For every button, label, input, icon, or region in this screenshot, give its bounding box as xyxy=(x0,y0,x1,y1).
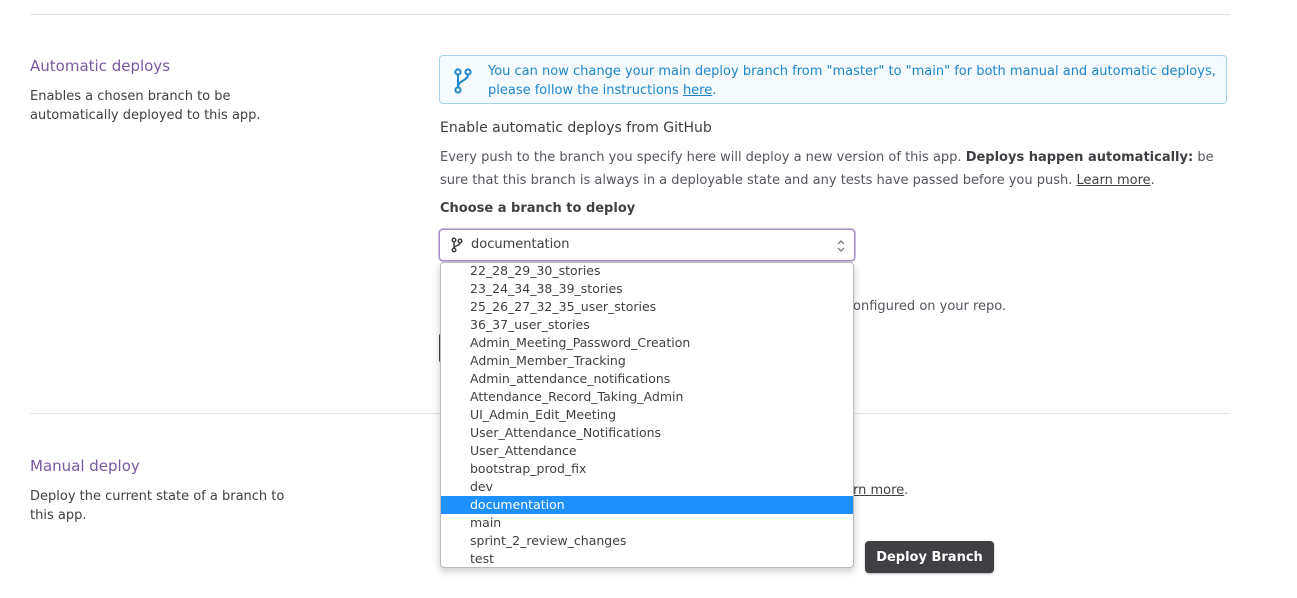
branch-option[interactable]: Attendance_Record_Taking_Admin xyxy=(441,388,853,406)
enable-automatic-deploys-heading: Enable automatic deploys from GitHub xyxy=(440,120,712,136)
branch-option[interactable]: bootstrap_prod_fix xyxy=(441,460,853,478)
branch-option[interactable]: User_Attendance_Notifications xyxy=(441,424,853,442)
branch-option[interactable]: dev xyxy=(441,478,853,496)
manual-learn-more: rn more. xyxy=(853,483,909,498)
deploy-settings-page: Automatic deploys Enables a chosen branc… xyxy=(0,0,1297,598)
choose-branch-label: Choose a branch to deploy xyxy=(440,201,636,216)
branch-option[interactable]: 23_24_34_38_39_stories xyxy=(441,280,853,298)
branch-option[interactable]: 22_28_29_30_stories xyxy=(441,263,853,280)
automatic-deploys-explanation: Every push to the branch you specify her… xyxy=(440,150,1214,188)
branch-option[interactable]: documentation xyxy=(441,496,853,514)
branch-option[interactable]: sprint_2_review_changes xyxy=(441,532,853,550)
git-branch-icon xyxy=(451,237,463,257)
manual-deploy-description: Deploy the current state of a branch to … xyxy=(30,489,285,523)
branch-option[interactable]: Admin_Meeting_Password_Creation xyxy=(441,334,853,352)
manual-deploy-title: Manual deploy xyxy=(30,457,140,475)
git-branch-icon xyxy=(454,68,472,98)
deploy-branch-button[interactable]: Deploy Branch xyxy=(865,541,994,573)
branch-option[interactable]: Admin_Member_Tracking xyxy=(441,352,853,370)
branch-option[interactable]: User_Attendance xyxy=(441,442,853,460)
main-branch-info-banner: You can now change your main deploy bran… xyxy=(439,55,1227,104)
branch-option[interactable]: main xyxy=(441,514,853,532)
selected-branch-value: documentation xyxy=(471,237,570,252)
top-divider xyxy=(30,14,1230,15)
ci-config-text: onfigured on your repo. xyxy=(853,299,1007,314)
select-caret-icon xyxy=(837,238,845,257)
branch-option[interactable]: Admin_attendance_notifications xyxy=(441,370,853,388)
branch-option[interactable]: 36_37_user_stories xyxy=(441,316,853,334)
branch-option[interactable]: UI_Admin_Edit_Meeting xyxy=(441,406,853,424)
manual-learn-more-link[interactable]: rn more xyxy=(853,483,904,498)
branch-select[interactable]: documentation xyxy=(439,229,855,261)
branch-option[interactable]: test xyxy=(441,550,853,567)
automatic-deploys-title: Automatic deploys xyxy=(30,57,171,75)
branch-option[interactable]: 25_26_27_32_35_user_stories xyxy=(441,298,853,316)
banner-text: You can now change your main deploy bran… xyxy=(488,64,1216,98)
branch-dropdown-list[interactable]: 22_28_29_30_stories 23_24_34_38_39_storie… xyxy=(440,262,854,568)
learn-more-link[interactable]: Learn more xyxy=(1077,173,1151,188)
automatic-deploys-description: Enables a chosen branch to be automatica… xyxy=(30,89,261,123)
banner-instructions-link[interactable]: here xyxy=(683,83,712,98)
